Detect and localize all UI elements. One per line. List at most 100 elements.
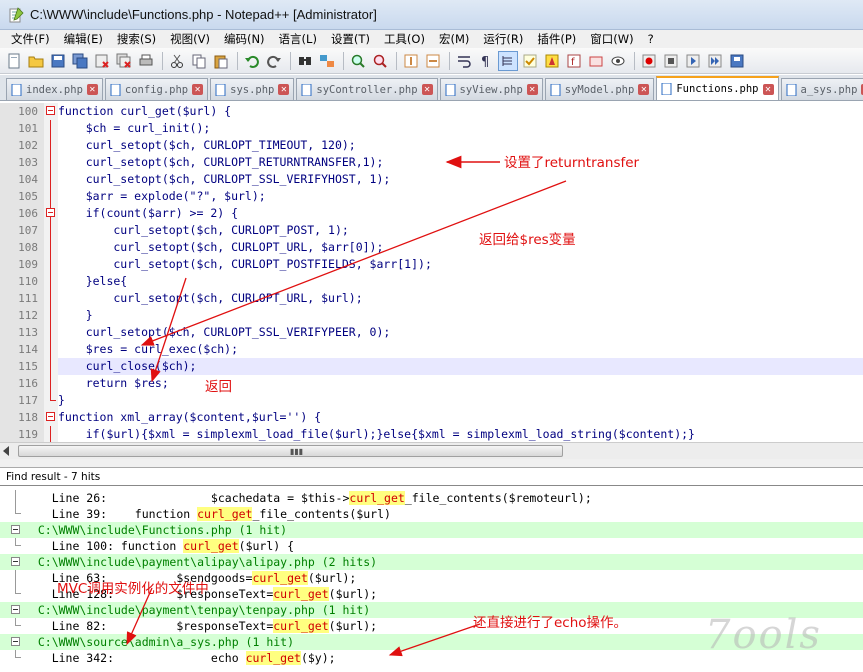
code-line[interactable]: 116 return $res; — [0, 375, 863, 392]
code-line[interactable]: 101 $ch = curl_init(); — [0, 120, 863, 137]
user-defined-lang-icon[interactable] — [520, 51, 540, 71]
menu-language[interactable]: 语言(L) — [272, 31, 324, 47]
word-wrap-icon[interactable] — [454, 51, 474, 71]
code-line[interactable]: 103 curl_setopt($ch, CURLOPT_RETURNTRANS… — [0, 154, 863, 171]
code-line[interactable]: 107 curl_setopt($ch, CURLOPT_POST, 1); — [0, 222, 863, 239]
open-folder-icon[interactable] — [26, 51, 46, 71]
fold-minus-icon[interactable] — [44, 205, 58, 222]
tab-index-php[interactable]: index.php ✕ — [6, 78, 103, 100]
function-list-icon[interactable]: f — [564, 51, 584, 71]
play-macro-icon[interactable] — [683, 51, 703, 71]
close-icon[interactable]: ✕ — [86, 84, 98, 95]
code-line[interactable]: 111 curl_setopt($ch, CURLOPT_URL, $url); — [0, 290, 863, 307]
code-line[interactable]: 102 curl_setopt($ch, CURLOPT_TIMEOUT, 12… — [0, 137, 863, 154]
fold-minus-icon[interactable] — [0, 522, 24, 538]
stop-macro-icon[interactable] — [661, 51, 681, 71]
code-line-current[interactable]: 115 curl_close($ch); — [0, 358, 863, 375]
print-icon[interactable] — [136, 51, 156, 71]
menu-search[interactable]: 搜索(S) — [110, 31, 163, 47]
zoom-in-icon[interactable] — [348, 51, 368, 71]
save-macro-icon[interactable] — [727, 51, 747, 71]
result-prefix: Line 26: $cachedata = $this-> — [24, 491, 350, 505]
menu-file[interactable]: 文件(F) — [4, 31, 57, 47]
paste-icon[interactable] — [211, 51, 231, 71]
menu-run[interactable]: 运行(R) — [476, 31, 530, 47]
cut-icon[interactable] — [167, 51, 187, 71]
line-number: 118 — [0, 409, 44, 426]
fold-minus-icon[interactable] — [0, 634, 24, 650]
menu-view[interactable]: 视图(V) — [163, 31, 217, 47]
tab-sys-php[interactable]: sys.php ✕ — [210, 78, 295, 100]
code-line[interactable]: 118 function xml_array($content,$url='')… — [0, 409, 863, 426]
redo-icon[interactable] — [264, 51, 284, 71]
code-line[interactable]: 105 $arr = explode("?", $url); — [0, 188, 863, 205]
code-editor[interactable]: 100 function curl_get($url) { 101 $ch = … — [0, 101, 863, 442]
sync-vertical-icon[interactable] — [401, 51, 421, 71]
record-macro-icon[interactable] — [639, 51, 659, 71]
scroll-left-arrow-icon[interactable] — [3, 446, 9, 456]
fold-minus-icon[interactable] — [44, 103, 58, 120]
menu-plugins[interactable]: 插件(P) — [530, 31, 583, 47]
close-icon[interactable]: ✕ — [526, 84, 538, 95]
replace-icon[interactable] — [317, 51, 337, 71]
copy-icon[interactable] — [189, 51, 209, 71]
find-icon[interactable] — [295, 51, 315, 71]
new-file-icon[interactable] — [4, 51, 24, 71]
code-line[interactable]: 106 if(count($arr) >= 2) { — [0, 205, 863, 222]
close-icon[interactable]: ✕ — [192, 84, 204, 95]
close-icon[interactable]: ✕ — [638, 84, 650, 95]
folder-workspace-icon[interactable] — [586, 51, 606, 71]
code-line[interactable]: 114 $res = curl_exec($ch); — [0, 341, 863, 358]
tab-syview-php[interactable]: syView.php ✕ — [439, 78, 543, 100]
run-macro-multiple-icon[interactable] — [705, 51, 725, 71]
tab-functions-php[interactable]: Functions.php ✕ — [656, 76, 779, 100]
menu-window[interactable]: 窗口(W) — [583, 31, 640, 47]
doc-map-icon[interactable] — [542, 51, 562, 71]
menu-macro[interactable]: 宏(M) — [432, 31, 476, 47]
result-suffix: _file_contents($remoteurl); — [404, 491, 592, 505]
panel-splitter[interactable] — [0, 459, 863, 468]
result-file-line[interactable]: C:\WWW\include\payment\alipay\alipay.php… — [0, 554, 863, 570]
sync-horizontal-icon[interactable] — [423, 51, 443, 71]
code-line[interactable]: 112 } — [0, 307, 863, 324]
horizontal-scrollbar[interactable]: ▮▮▮ — [0, 442, 863, 459]
code-line[interactable]: 110 }else{ — [0, 273, 863, 290]
menu-tools[interactable]: 工具(O) — [377, 31, 432, 47]
monitoring-icon[interactable] — [608, 51, 628, 71]
fold-minus-icon[interactable] — [0, 554, 24, 570]
close-icon[interactable]: ✕ — [762, 83, 774, 95]
tab-a-sys-php[interactable]: a_sys.php ✕ — [780, 78, 863, 100]
code-line[interactable]: 113 curl_setopt($ch, CURLOPT_SSL_VERIFYP… — [0, 324, 863, 341]
menu-settings[interactable]: 设置(T) — [324, 31, 377, 47]
close-icon[interactable]: ✕ — [421, 84, 433, 95]
code-line[interactable]: 100 function curl_get($url) { — [0, 103, 863, 120]
code-line[interactable]: 117 } — [0, 392, 863, 409]
tab-sycontroller-php[interactable]: syController.php ✕ — [296, 78, 438, 100]
result-line[interactable]: Line 39: function curl_get_file_contents… — [0, 506, 863, 522]
close-file-icon[interactable] — [92, 51, 112, 71]
tab-symodel-php[interactable]: syModel.php ✕ — [544, 78, 655, 100]
fold-end — [0, 650, 24, 666]
indent-guide-icon[interactable] — [498, 50, 518, 71]
undo-icon[interactable] — [242, 51, 262, 71]
result-file-line[interactable]: C:\WWW\include\Functions.php (1 hit) — [0, 522, 863, 538]
code-line[interactable]: 109 curl_setopt($ch, CURLOPT_POSTFIELDS,… — [0, 256, 863, 273]
close-all-icon[interactable] — [114, 51, 134, 71]
result-line[interactable]: Line 100: function curl_get($url) { — [0, 538, 863, 554]
code-line[interactable]: 119 if($url){$xml = simplexml_load_file(… — [0, 426, 863, 442]
tab-config-php[interactable]: config.php ✕ — [104, 78, 209, 100]
menu-edit[interactable]: 编辑(E) — [57, 31, 110, 47]
show-all-chars-icon[interactable]: ¶ — [476, 51, 496, 71]
code-line[interactable]: 104 curl_setopt($ch, CURLOPT_SSL_VERIFYH… — [0, 171, 863, 188]
result-line[interactable]: Line 26: $cachedata = $this->curl_get_fi… — [0, 490, 863, 506]
close-icon[interactable]: ✕ — [278, 84, 290, 95]
save-icon[interactable] — [48, 51, 68, 71]
menu-encoding[interactable]: 编码(N) — [217, 31, 272, 47]
fold-end — [0, 506, 24, 522]
fold-minus-icon[interactable] — [44, 409, 58, 426]
fold-minus-icon[interactable] — [0, 602, 24, 618]
menu-help[interactable]: ? — [641, 32, 661, 46]
save-all-icon[interactable] — [70, 51, 90, 71]
code-line[interactable]: 108 curl_setopt($ch, CURLOPT_URL, $arr[0… — [0, 239, 863, 256]
zoom-out-icon[interactable] — [370, 51, 390, 71]
